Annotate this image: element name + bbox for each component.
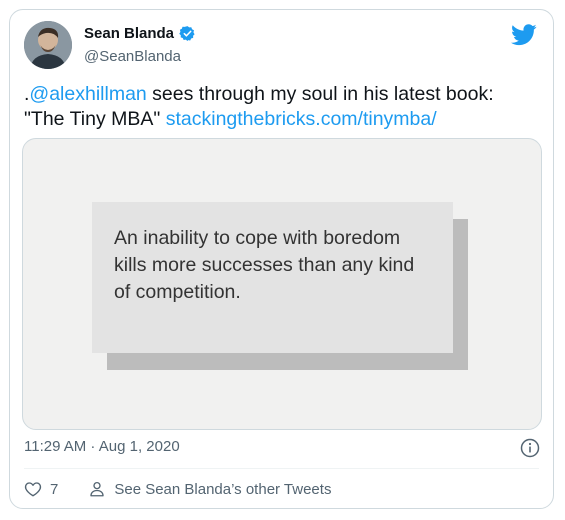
like-count: 7 [50, 480, 59, 498]
author-handle[interactable]: @SeanBlanda [84, 48, 181, 65]
info-icon[interactable] [520, 438, 540, 458]
quote-text: An inability to cope with boredom kills … [114, 227, 415, 303]
quote-box: An inability to cope with boredom kills … [92, 202, 453, 353]
avatar[interactable] [24, 21, 72, 69]
url-link[interactable]: stackingthebricks.com/tinymba/ [166, 108, 437, 130]
verified-badge-icon [179, 25, 196, 42]
tweet-timestamp[interactable]: 11:29 AM · Aug 1, 2020 [24, 438, 180, 455]
tweet-image[interactable]: An inability to cope with boredom kills … [22, 138, 542, 430]
tweet-actions: 7 See Sean Blanda’s other Tweets [24, 480, 331, 498]
twitter-bird-icon[interactable] [511, 24, 537, 46]
see-other-tweets-link[interactable]: See Sean Blanda’s other Tweets [88, 480, 331, 498]
author-name[interactable]: Sean Blanda [84, 25, 174, 42]
heart-icon [24, 480, 42, 498]
divider [24, 468, 539, 469]
mention-link[interactable]: @alexhillman [29, 83, 146, 105]
author-name-row[interactable]: Sean Blanda [84, 25, 196, 42]
tweet-card: Sean Blanda @SeanBlanda .@alexhillman se… [9, 9, 554, 509]
like-button[interactable]: 7 [24, 480, 58, 498]
see-other-tweets-label: See Sean Blanda’s other Tweets [114, 480, 332, 498]
tweet-text: .@alexhillman sees through my soul in hi… [24, 82, 539, 132]
person-icon [88, 480, 106, 498]
